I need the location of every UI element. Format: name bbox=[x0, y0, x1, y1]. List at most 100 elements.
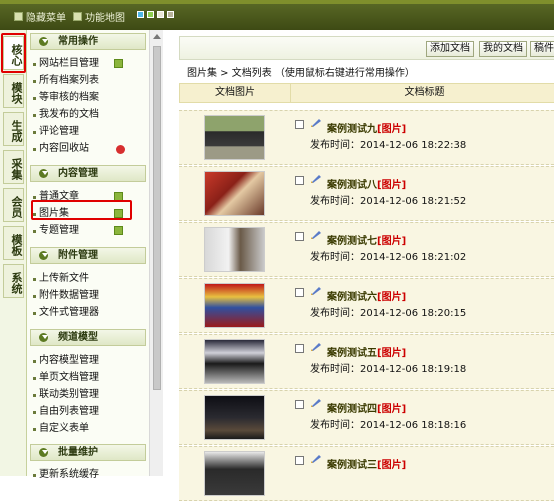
table-header: 文档图片 文档标题 bbox=[179, 83, 554, 103]
section-common-ops[interactable]: 常用操作 bbox=[30, 33, 146, 50]
row-checkbox[interactable] bbox=[295, 288, 304, 297]
section-title: 附件管理 bbox=[58, 250, 98, 261]
row-title[interactable]: 案例测试九[图片] bbox=[327, 120, 406, 135]
sidebar-item-pending-archives[interactable]: 等审核的档案 bbox=[33, 91, 99, 105]
my-doc-button[interactable]: 我的文档 bbox=[479, 41, 527, 57]
section-channel-models[interactable]: 频道模型 bbox=[30, 329, 146, 346]
doc-toolbar: 添加文档 我的文档 稿件审 bbox=[179, 36, 554, 60]
section-content-manage[interactable]: 内容管理 bbox=[30, 165, 146, 182]
doc-thumbnail[interactable] bbox=[204, 115, 265, 160]
highlight-box-core-tab bbox=[1, 33, 26, 73]
row-title[interactable]: 案例测试七[图片] bbox=[327, 232, 406, 247]
sidebar-item-single-page[interactable]: 单页文档管理 bbox=[33, 371, 99, 385]
tab-system[interactable]: 系统 bbox=[3, 264, 24, 298]
edit-pen-icon[interactable] bbox=[310, 174, 322, 184]
table-row[interactable]: 案例测试五[图片] 发布时间：2014-12-06 18:19:18 bbox=[179, 334, 554, 389]
collapse-arrow-icon bbox=[39, 251, 48, 260]
vertical-tab-bar: 核心 模块 生成 采集 会员 模板 系统 bbox=[0, 30, 27, 476]
hide-menu-label: 隐藏菜单 bbox=[26, 13, 66, 24]
row-checkbox[interactable] bbox=[295, 120, 304, 129]
edit-pen-icon[interactable] bbox=[310, 454, 322, 464]
row-checkbox[interactable] bbox=[295, 176, 304, 185]
row-title[interactable]: 案例测试六[图片] bbox=[327, 288, 406, 303]
breadcrumb: 图片集 > 文档列表 （使用鼠标右键进行常用操作） bbox=[187, 68, 415, 79]
row-checkbox[interactable] bbox=[295, 456, 304, 465]
sidebar-item-file-manager[interactable]: 文件式管理器 bbox=[33, 306, 99, 320]
edit-pen-icon[interactable] bbox=[310, 398, 322, 408]
tab-module[interactable]: 模块 bbox=[3, 74, 24, 108]
sidebar-scrollbar[interactable] bbox=[149, 30, 163, 476]
tab-generate[interactable]: 生成 bbox=[3, 112, 24, 146]
function-map-icon bbox=[73, 12, 82, 21]
col-title-header: 文档标题 bbox=[404, 87, 445, 98]
doc-thumbnail[interactable] bbox=[204, 171, 265, 216]
sidebar-item-column-manage[interactable]: 网站栏目管理 bbox=[33, 57, 99, 71]
hide-menu-icon bbox=[14, 12, 23, 21]
row-title[interactable]: 案例测试八[图片] bbox=[327, 176, 406, 191]
row-checkbox[interactable] bbox=[295, 400, 304, 409]
collapse-arrow-icon bbox=[39, 169, 48, 178]
doc-thumbnail[interactable] bbox=[204, 451, 265, 496]
collapse-arrow-icon bbox=[39, 333, 48, 342]
tab-member[interactable]: 会员 bbox=[3, 188, 24, 222]
scroll-up-icon[interactable] bbox=[153, 34, 161, 39]
edit-pen-icon[interactable] bbox=[310, 286, 322, 296]
collapse-arrow-icon bbox=[39, 448, 48, 457]
collapse-arrow-icon bbox=[39, 37, 48, 46]
edit-pen-icon[interactable] bbox=[310, 118, 322, 128]
function-map-button[interactable]: 功能地图 bbox=[73, 9, 125, 24]
doc-thumbnail[interactable] bbox=[204, 227, 265, 272]
scroll-thumb[interactable] bbox=[153, 46, 161, 390]
edit-pen-icon[interactable] bbox=[310, 230, 322, 240]
clear-bin-icon[interactable] bbox=[116, 145, 125, 154]
hide-menu-button[interactable]: 隐藏菜单 bbox=[14, 9, 66, 24]
sidebar-item-attachment-data[interactable]: 附件数据管理 bbox=[33, 289, 99, 303]
doc-thumbnail[interactable] bbox=[204, 395, 265, 440]
add-topic-icon[interactable] bbox=[114, 226, 123, 235]
table-row[interactable]: 案例测试四[图片] 发布时间：2014-12-06 18:18:16 bbox=[179, 390, 554, 445]
sidebar-item-free-list[interactable]: 自由列表管理 bbox=[33, 405, 99, 419]
top-stripe bbox=[0, 0, 554, 4]
review-button[interactable]: 稿件审 bbox=[530, 41, 554, 57]
row-time: 发布时间：2014-12-06 18:21:52 bbox=[310, 196, 467, 207]
section-title: 常用操作 bbox=[58, 36, 98, 47]
section-attachments[interactable]: 附件管理 bbox=[30, 247, 146, 264]
table-row[interactable]: 案例测试八[图片] 发布时间：2014-12-06 18:21:52 bbox=[179, 166, 554, 221]
skin-green-swatch[interactable] bbox=[147, 11, 154, 18]
table-row[interactable]: 案例测试六[图片] 发布时间：2014-12-06 18:20:15 bbox=[179, 278, 554, 333]
add-doc-button[interactable]: 添加文档 bbox=[426, 41, 474, 57]
doc-thumbnail[interactable] bbox=[204, 283, 265, 328]
main-content: 添加文档 我的文档 稿件审 图片集 > 文档列表 （使用鼠标右键进行常用操作） … bbox=[163, 30, 554, 501]
sidebar-item-my-docs[interactable]: 我发布的文档 bbox=[33, 108, 99, 122]
section-title: 批量维护 bbox=[58, 447, 98, 458]
edit-pen-icon[interactable] bbox=[310, 342, 322, 352]
sidebar-item-recycle-bin[interactable]: 内容回收站 bbox=[33, 142, 89, 156]
sidebar-item-linkage[interactable]: 联动类别管理 bbox=[33, 388, 99, 402]
sidebar-item-content-models[interactable]: 内容模型管理 bbox=[33, 354, 99, 368]
table-row[interactable]: 案例测试三[图片] bbox=[179, 446, 554, 501]
skin-beige-swatch[interactable] bbox=[157, 11, 164, 18]
row-title[interactable]: 案例测试三[图片] bbox=[327, 456, 406, 471]
col-image-header: 文档图片 bbox=[180, 84, 291, 102]
row-checkbox[interactable] bbox=[295, 344, 304, 353]
row-checkbox[interactable] bbox=[295, 232, 304, 241]
sidebar-item-topics[interactable]: 专题管理 bbox=[33, 224, 79, 238]
sidebar-item-upload-file[interactable]: 上传新文件 bbox=[33, 272, 89, 286]
sidebar-item-update-cache[interactable]: 更新系统缓存 bbox=[33, 468, 99, 482]
table-row[interactable]: 案例测试七[图片] 发布时间：2014-12-06 18:21:02 bbox=[179, 222, 554, 277]
skin-blue-swatch[interactable] bbox=[137, 11, 144, 18]
tab-template[interactable]: 模板 bbox=[3, 226, 24, 260]
sidebar-item-custom-form[interactable]: 自定义表单 bbox=[33, 422, 89, 436]
sidebar-item-all-archives[interactable]: 所有档案列表 bbox=[33, 74, 99, 88]
section-batch-maintenance[interactable]: 批量维护 bbox=[30, 444, 146, 461]
skin-grey-swatch[interactable] bbox=[167, 11, 174, 18]
table-row[interactable]: 案例测试九[图片] 发布时间：2014-12-06 18:22:38 bbox=[179, 110, 554, 165]
section-title: 频道模型 bbox=[58, 332, 98, 343]
tab-collect[interactable]: 采集 bbox=[3, 150, 24, 184]
function-map-label: 功能地图 bbox=[85, 13, 125, 24]
sidebar-item-comments[interactable]: 评论管理 bbox=[33, 125, 79, 139]
add-column-icon[interactable] bbox=[114, 59, 123, 68]
row-title[interactable]: 案例测试四[图片] bbox=[327, 400, 406, 415]
row-title[interactable]: 案例测试五[图片] bbox=[327, 344, 406, 359]
doc-thumbnail[interactable] bbox=[204, 339, 265, 384]
